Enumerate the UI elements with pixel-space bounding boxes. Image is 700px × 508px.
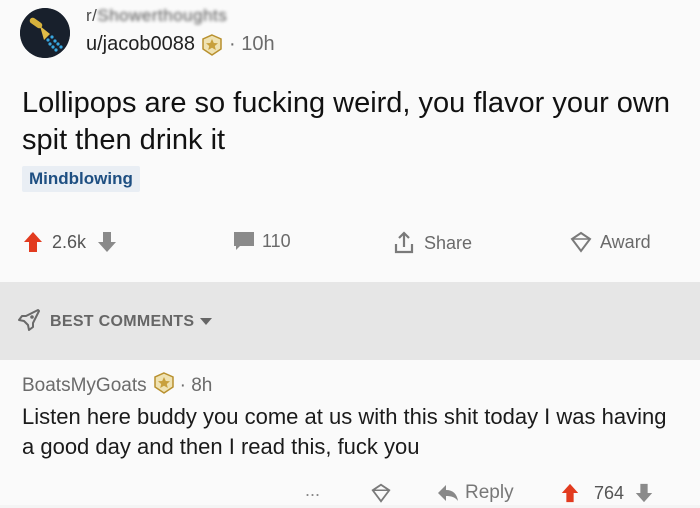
reply-arrow-icon xyxy=(436,483,460,503)
subreddit-name[interactable]: r/Showerthoughts xyxy=(86,6,227,26)
post-dot-separator: · xyxy=(228,33,242,55)
reply-button[interactable]: Reply xyxy=(436,482,514,504)
achievement-badge-icon xyxy=(201,33,223,56)
award-icon xyxy=(568,230,594,254)
subreddit-title-blurred: Showerthoughts xyxy=(97,6,228,25)
share-button[interactable]: Share xyxy=(392,230,472,256)
post-vote-group: 2.6k xyxy=(22,230,118,254)
sort-label: BEST COMMENTS xyxy=(50,312,195,330)
post-age: 10h xyxy=(241,33,275,55)
upvote-icon[interactable] xyxy=(560,482,580,504)
rocket-icon xyxy=(16,307,42,336)
comment-count: 110 xyxy=(262,230,291,251)
comment-vote-count: 764 xyxy=(594,482,625,503)
subreddit-prefix: r/ xyxy=(86,6,98,25)
comment-bubble-icon xyxy=(232,230,256,252)
post-meta: u/jacob0088 · 10h xyxy=(86,33,275,56)
post-vote-count: 2.6k xyxy=(52,231,87,252)
post-title[interactable]: Lollipops are so fucking weird, you flav… xyxy=(22,85,682,159)
subreddit-avatar[interactable] xyxy=(20,8,70,58)
comment-vote-group: 764 xyxy=(560,482,654,504)
comment-age: 8h xyxy=(191,375,213,396)
post-flair[interactable]: Mindblowing xyxy=(22,166,140,192)
comment-award-button[interactable] xyxy=(369,482,393,504)
comment-actions: ... Reply 764 xyxy=(0,480,700,508)
comment-dot-separator: · xyxy=(179,375,192,396)
comment-author[interactable]: BoatsMyGoats xyxy=(22,375,147,397)
downvote-icon[interactable] xyxy=(634,482,654,504)
award-label: Award xyxy=(600,231,651,252)
reply-label: Reply xyxy=(465,482,514,503)
share-icon xyxy=(392,230,416,256)
comment-body: Listen here buddy you come at us with th… xyxy=(22,404,667,459)
achievement-badge-icon xyxy=(153,372,175,400)
comment-meta: BoatsMyGoats · 8h xyxy=(22,372,212,400)
upvote-icon[interactable] xyxy=(22,230,44,254)
comment-sort-dropdown[interactable]: BEST COMMENTS xyxy=(16,307,213,336)
post-author[interactable]: u/jacob0088 xyxy=(86,33,195,56)
post-actions: 2.6k 110 Share Award xyxy=(0,230,700,266)
more-options-button[interactable]: ... xyxy=(305,480,320,501)
award-button[interactable]: Award xyxy=(568,230,651,254)
share-label: Share xyxy=(424,232,473,253)
comments-button[interactable]: 110 xyxy=(232,230,291,252)
award-icon xyxy=(369,482,393,504)
shower-head-icon xyxy=(20,8,70,58)
downvote-icon[interactable] xyxy=(96,230,118,254)
chevron-down-icon xyxy=(199,313,213,331)
more-options-label: ... xyxy=(305,480,321,500)
